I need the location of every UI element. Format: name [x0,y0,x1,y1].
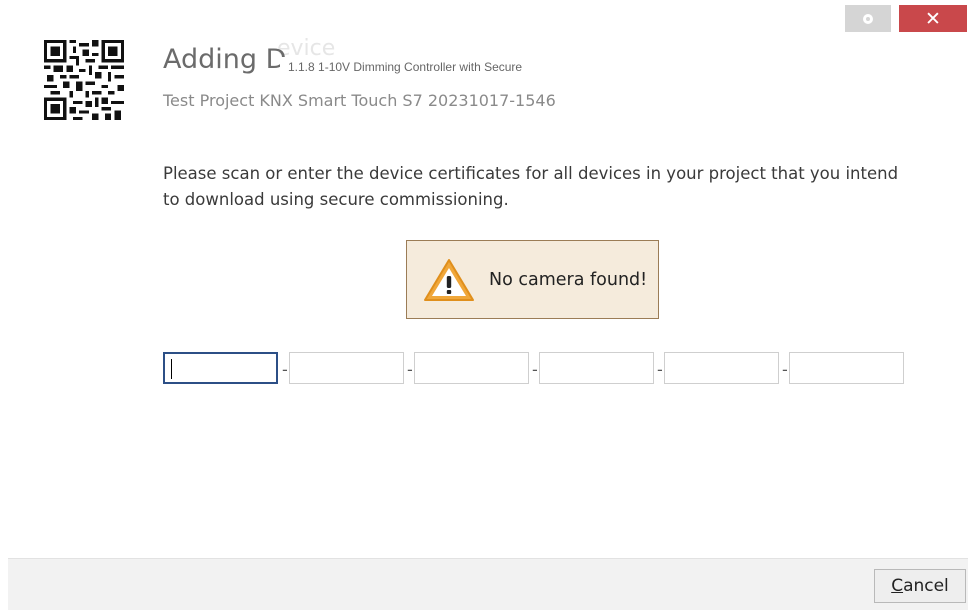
certificate-field-6[interactable] [789,352,904,384]
warning-message: No camera found! [489,269,648,290]
field-separator: - [532,360,538,379]
dialog-footer [8,558,968,610]
camera-warning-box: No camera found! [406,240,659,319]
certificate-field-4[interactable] [539,352,654,384]
cancel-mnemonic: C [891,576,904,596]
cancel-button[interactable]: Cancel [874,569,966,603]
cancel-label: ancel [903,576,949,596]
settings-button[interactable] [845,5,891,32]
project-subtitle: Test Project KNX Smart Touch S7 20231017… [163,91,556,110]
certificate-field-5[interactable] [664,352,779,384]
field-separator: - [657,360,663,379]
qr-code-icon [44,40,124,120]
instructions-text: Please scan or enter the device certific… [163,164,899,209]
device-tooltip: 1.1.8 1-10V Dimming Controller with Secu… [280,57,531,77]
certificate-field-2[interactable] [289,352,404,384]
field-separator: - [282,360,288,379]
close-icon: ✕ [925,7,941,30]
certificate-field-3[interactable] [414,352,529,384]
field-separator: - [782,360,788,379]
text-caret [171,359,172,379]
certificate-field-1[interactable] [163,352,278,384]
close-button[interactable]: ✕ [899,5,967,32]
gear-icon [863,13,873,24]
page-title: Adding D [163,44,287,75]
warning-icon [424,258,474,301]
field-separator: - [407,360,413,379]
